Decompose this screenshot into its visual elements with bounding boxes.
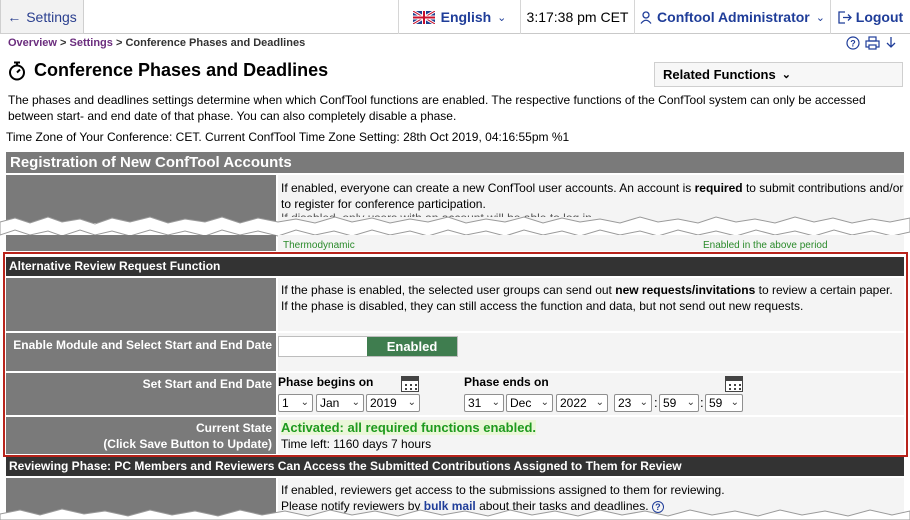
top-bar: ← Settings English ⌄ 3:17:38 pm CET Conf… [0,0,910,34]
page-tools: ? [846,36,897,50]
chevron-down-icon: ⌄ [781,69,791,81]
page-title: Conference Phases and Deadlines [8,60,328,81]
breadcrumb: Overview > Settings > Conference Phases … [8,37,306,49]
print-icon[interactable] [865,36,880,50]
timezone-info: Time Zone of Your Conference: CET. Curre… [6,130,570,144]
stopwatch-icon [9,61,25,80]
server-time: 3:17:38 pm CET [520,0,634,34]
arrow-left-icon: ← [7,8,22,25]
logout-button[interactable]: Logout [830,0,910,34]
language-selector[interactable]: English ⌄ [398,0,520,34]
user-icon [640,10,652,24]
section-header-registration: Registration of New ConfTool Accounts [6,152,904,173]
intro-text: The phases and deadlines settings determ… [8,93,866,123]
uk-flag-icon [412,10,435,24]
row-label-empty [6,235,276,251]
breadcrumb-overview[interactable]: Overview [8,37,57,49]
svg-text:?: ? [850,39,856,49]
user-menu[interactable]: Conftool Administrator ⌄ [634,0,830,34]
related-functions-dropdown[interactable]: Related Functions ⌄ [654,62,903,87]
registration-state-row: Thermodynamic Enabled in the above perio… [278,235,904,251]
help-icon[interactable]: ? [846,36,860,50]
chevron-down-icon: ⌄ [497,11,507,24]
section-header-reviewing: Reviewing Phase: PC Members and Reviewer… [6,457,904,476]
download-icon[interactable] [885,36,897,50]
highlight-box [3,252,908,457]
chevron-down-icon: ⌄ [815,11,825,24]
back-to-settings-button[interactable]: ← Settings [0,0,84,34]
breadcrumb-current: Conference Phases and Deadlines [125,37,306,49]
breadcrumb-settings[interactable]: Settings [69,37,112,49]
torn-edge-bottom [0,508,910,520]
logout-icon [838,10,852,24]
